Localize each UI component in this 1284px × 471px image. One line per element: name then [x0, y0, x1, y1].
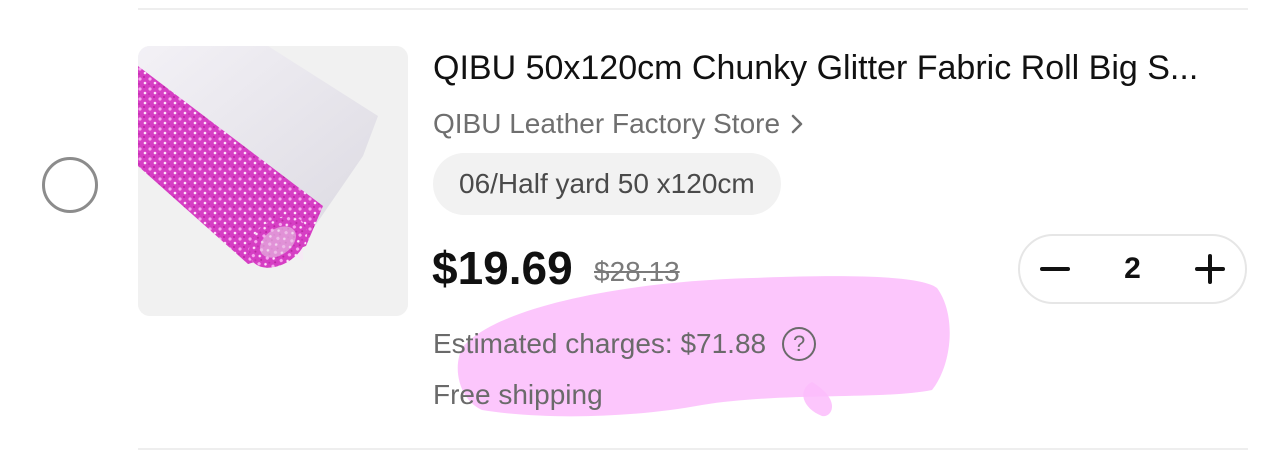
product-title[interactable]: QIBU 50x120cm Chunky Glitter Fabric Roll… — [433, 46, 1248, 90]
quantity-value[interactable]: 2 — [1124, 252, 1141, 286]
item-select-radio[interactable] — [42, 157, 98, 213]
bottom-divider — [138, 448, 1248, 450]
plus-icon — [1195, 254, 1225, 284]
increase-quantity-button[interactable] — [1175, 236, 1245, 302]
shipping-info: Free shipping — [433, 379, 603, 410]
quantity-stepper: 2 — [1018, 234, 1247, 304]
decrease-quantity-button[interactable] — [1020, 236, 1090, 302]
store-link[interactable]: QIBU Leather Factory Store — [433, 104, 804, 144]
original-price: $28.13 — [594, 256, 680, 287]
product-image[interactable] — [138, 46, 408, 316]
question-circle-icon[interactable]: ? — [782, 327, 817, 361]
estimated-charges-text: Estimated charges: $71.88 — [433, 328, 767, 359]
product-image-graphic — [138, 46, 408, 316]
estimated-charges: Estimated charges: $71.88 ? — [433, 322, 817, 366]
variant-selector[interactable]: 06/Half yard 50 x120cm — [433, 153, 781, 215]
top-divider — [138, 8, 1248, 10]
current-price: $19.69 — [432, 242, 573, 294]
variant-label: 06/Half yard 50 x120cm — [459, 168, 755, 199]
chevron-right-icon — [791, 114, 803, 134]
store-name: QIBU Leather Factory Store — [433, 108, 781, 139]
minus-icon — [1040, 267, 1070, 271]
